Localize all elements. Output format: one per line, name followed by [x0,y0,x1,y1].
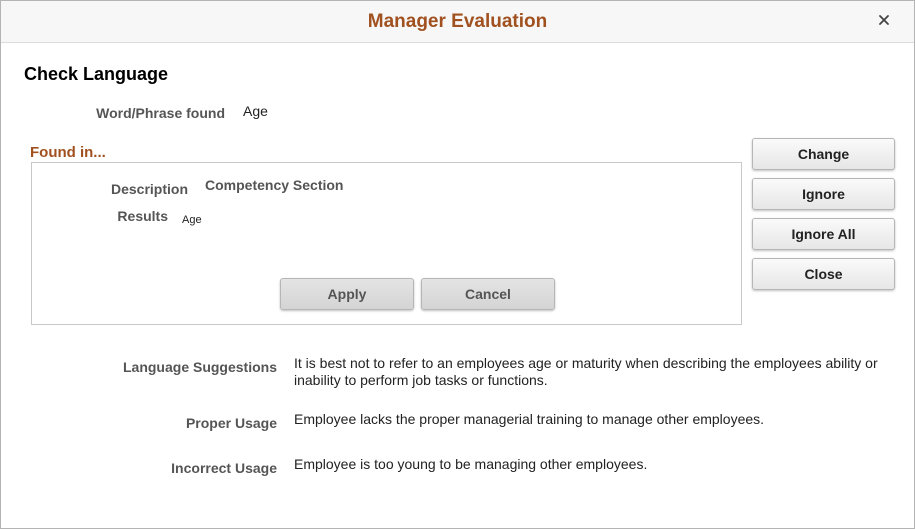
results-label: Results [117,208,168,224]
proper-usage-label: Proper Usage [185,415,277,431]
close-button[interactable]: Close [752,258,895,290]
word-phrase-value: Age [243,103,268,119]
close-icon[interactable] [876,12,892,28]
language-suggestions-label: Language Suggestions [122,359,277,375]
incorrect-usage-label: Incorrect Usage [171,460,277,476]
proper-usage-text: Employee lacks the proper managerial tra… [294,411,765,427]
description-value: Competency Section [205,177,344,193]
word-phrase-label: Word/Phrase found [96,105,225,121]
dialog-title: Manager Evaluation [367,11,548,32]
cancel-button[interactable]: Cancel [421,278,555,310]
language-suggestions-text: It is best not to refer to an employees … [294,355,878,388]
found-in-panel: Description Competency Section Results A… [31,162,742,325]
ignore-all-button[interactable]: Ignore All [752,218,895,250]
dialog-titlebar: Manager Evaluation [1,1,914,43]
ignore-button[interactable]: Ignore [752,178,895,210]
found-in-heading: Found in... [30,144,106,161]
results-value: Age [182,214,202,226]
description-label: Description [110,181,188,197]
manager-evaluation-dialog: Manager Evaluation Check Language Word/P… [0,0,915,529]
incorrect-usage-text: Employee is too young to be managing oth… [294,456,648,472]
change-button[interactable]: Change [752,138,895,170]
apply-button[interactable]: Apply [280,278,414,310]
page-title: Check Language [24,64,169,84]
